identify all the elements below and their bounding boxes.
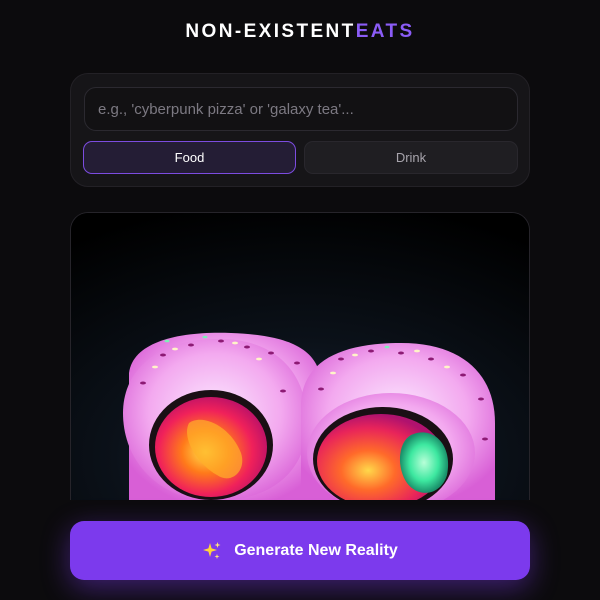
toggle-food[interactable]: Food [83,141,296,174]
brand-title-part1: NON-EXISTENT [185,21,356,42]
prompt-input[interactable] [84,87,518,131]
brand-title-part2: EATS [355,21,415,42]
toggle-drink[interactable]: Drink [304,141,518,174]
generated-image-preview [70,212,530,500]
brand-logo: NON-EXISTENTEATS [0,20,600,44]
generate-button-label: Generate New Reality [234,541,398,559]
sparkles-icon [203,541,221,559]
prompt-card: Food Drink [70,73,530,187]
sushi-image [71,213,529,500]
app-page: NON-EXISTENTEATS Food Drink [0,0,600,600]
generate-button[interactable]: Generate New Reality [70,521,530,580]
